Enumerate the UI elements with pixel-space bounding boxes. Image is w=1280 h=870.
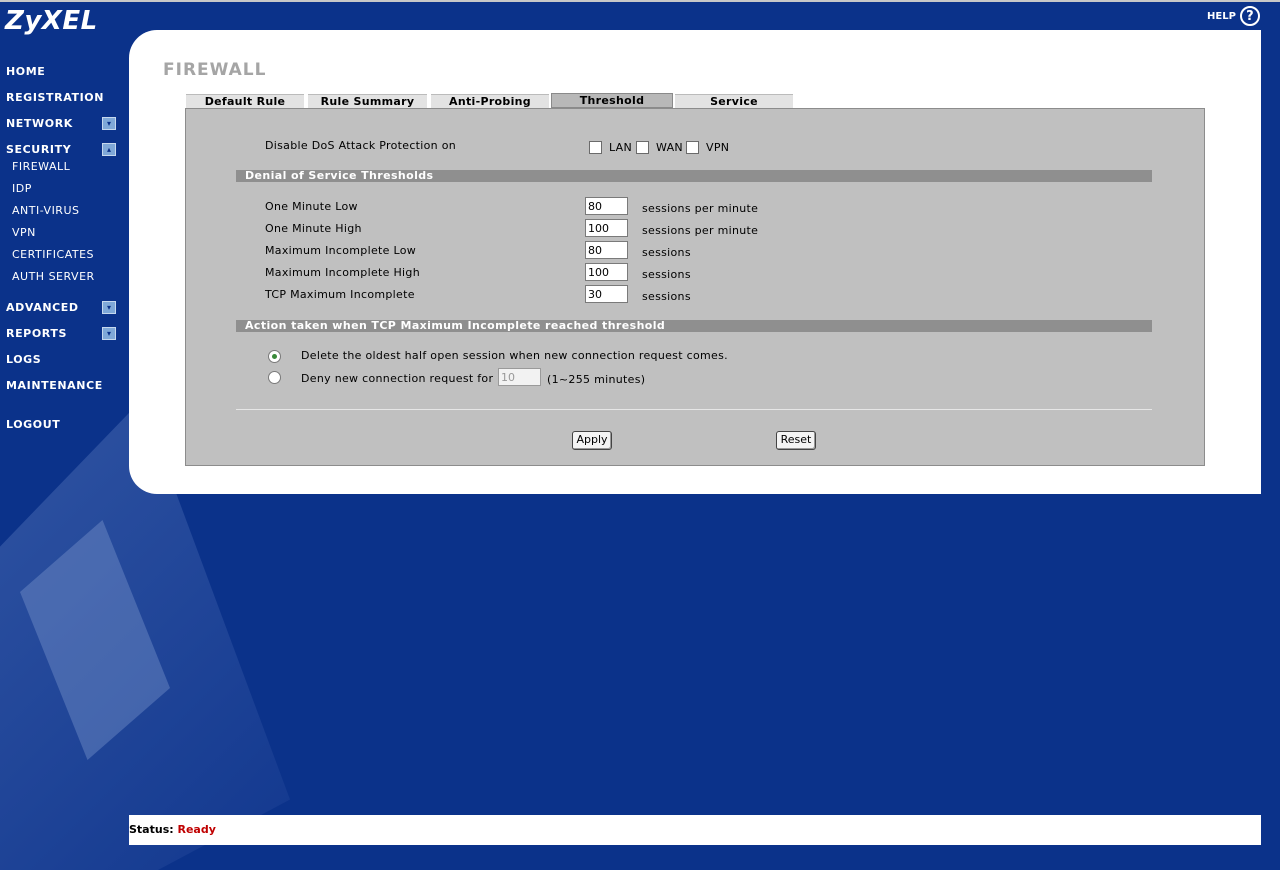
tab-anti-probing[interactable]: Anti-Probing: [431, 94, 549, 108]
nav-logs[interactable]: LOGS: [6, 353, 41, 366]
nav-advanced[interactable]: ADVANCED: [6, 301, 79, 314]
nav-idp[interactable]: IDP: [12, 182, 32, 195]
reports-expand-icon[interactable]: ▾: [102, 327, 116, 340]
one-minute-high-input[interactable]: 100: [585, 219, 628, 237]
nav-network[interactable]: NETWORK: [6, 117, 73, 130]
threshold-form: [185, 108, 1205, 466]
zyxel-logo: ZyXEL: [5, 6, 98, 36]
help-icon: ?: [1239, 6, 1260, 26]
nav-security[interactable]: SECURITY: [6, 143, 71, 156]
tcp-max-incomplete-unit: sessions: [642, 290, 691, 303]
status-label: Status:: [129, 823, 174, 836]
max-incomplete-high-unit: sessions: [642, 268, 691, 281]
nav-anti-virus[interactable]: ANTI-VIRUS: [12, 204, 80, 217]
radio-selected-dot: [272, 354, 277, 359]
nav-vpn[interactable]: VPN: [12, 226, 36, 239]
one-minute-low-unit: sessions per minute: [642, 202, 759, 215]
help-label: HELP: [1207, 10, 1236, 22]
form-divider: [236, 409, 1152, 410]
nav-logout[interactable]: LOGOUT: [6, 418, 60, 431]
dos-thresholds-header: Denial of Service Thresholds: [236, 170, 1152, 182]
nav-certificates[interactable]: CERTIFICATES: [12, 248, 94, 261]
deny-minutes-range: (1~255 minutes): [547, 373, 646, 386]
max-incomplete-high-input[interactable]: 100: [585, 263, 628, 281]
dos-disable-label: Disable DoS Attack Protection on: [265, 139, 457, 152]
tab-threshold[interactable]: Threshold: [551, 93, 673, 108]
network-expand-icon[interactable]: ▾: [102, 117, 116, 130]
max-incomplete-low-input[interactable]: 80: [585, 241, 628, 259]
action-header: Action taken when TCP Maximum Incomplete…: [236, 320, 1152, 332]
delete-oldest-radio[interactable]: [268, 350, 281, 363]
one-minute-high-label: One Minute High: [265, 222, 362, 235]
nav-firewall[interactable]: FIREWALL: [12, 160, 70, 173]
tab-rule-summary[interactable]: Rule Summary: [308, 94, 427, 108]
tab-service[interactable]: Service: [675, 94, 793, 108]
deny-minutes-input[interactable]: 10: [498, 368, 541, 386]
tab-default-rule[interactable]: Default Rule: [186, 94, 304, 108]
advanced-expand-icon[interactable]: ▾: [102, 301, 116, 314]
page-title: FIREWALL: [163, 60, 267, 80]
nav-maintenance[interactable]: MAINTENANCE: [6, 379, 103, 392]
tcp-max-incomplete-input[interactable]: 30: [585, 285, 628, 303]
delete-oldest-label: Delete the oldest half open session when…: [301, 349, 728, 362]
one-minute-low-label: One Minute Low: [265, 200, 358, 213]
status-bar: Status: Ready: [129, 815, 1261, 845]
apply-button[interactable]: Apply: [572, 431, 612, 450]
max-incomplete-low-label: Maximum Incomplete Low: [265, 244, 417, 257]
reset-button[interactable]: Reset: [776, 431, 816, 450]
status-value: Ready: [177, 823, 216, 836]
deny-new-label: Deny new connection request for: [301, 372, 494, 385]
one-minute-low-input[interactable]: 80: [585, 197, 628, 215]
lan-checkbox[interactable]: [589, 141, 602, 154]
security-collapse-icon[interactable]: ▴: [102, 143, 116, 156]
nav-registration[interactable]: REGISTRATION: [6, 91, 104, 104]
tcp-max-incomplete-label: TCP Maximum Incomplete: [265, 288, 415, 301]
help-link[interactable]: HELP ?: [1207, 6, 1260, 26]
vpn-checkbox[interactable]: [686, 141, 699, 154]
nav-auth-server[interactable]: AUTH SERVER: [12, 270, 95, 283]
vpn-checkbox-label: VPN: [706, 141, 730, 154]
max-incomplete-high-label: Maximum Incomplete High: [265, 266, 420, 279]
wan-checkbox[interactable]: [636, 141, 649, 154]
nav-reports[interactable]: REPORTS: [6, 327, 67, 340]
wan-checkbox-label: WAN: [656, 141, 683, 154]
nav-home[interactable]: HOME: [6, 65, 45, 78]
window-top-border: [0, 0, 1280, 2]
deny-new-radio[interactable]: [268, 371, 281, 384]
max-incomplete-low-unit: sessions: [642, 246, 691, 259]
one-minute-high-unit: sessions per minute: [642, 224, 759, 237]
lan-checkbox-label: LAN: [609, 141, 633, 154]
